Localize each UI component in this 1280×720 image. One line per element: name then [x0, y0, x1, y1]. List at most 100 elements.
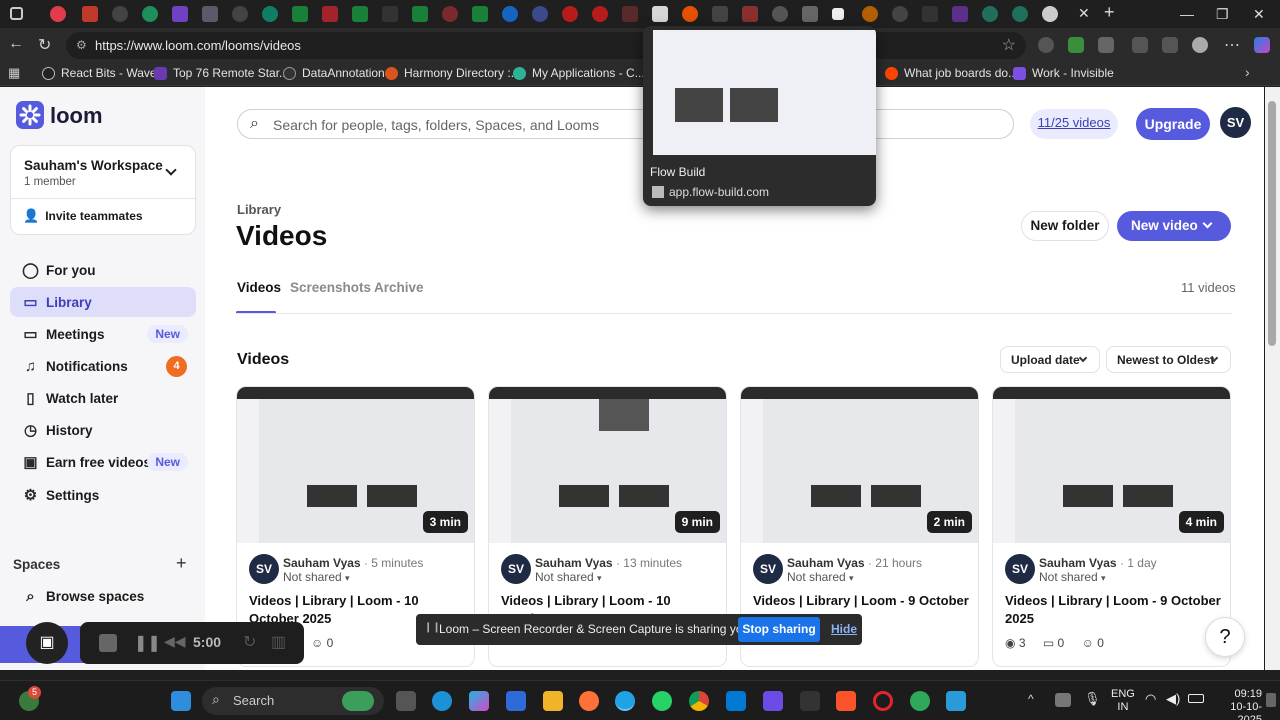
taskbar-app-icon[interactable]	[432, 691, 452, 711]
scrollbar-track[interactable]	[1265, 87, 1280, 670]
video-thumbnail[interactable]: 4 min	[993, 387, 1230, 543]
taskbar-search[interactable]: ⌕ Search	[202, 687, 384, 715]
camera-icon[interactable]: ▣	[26, 622, 68, 664]
sharing-status[interactable]: Not shared ▾	[787, 570, 854, 584]
sidebar-item-history[interactable]: ◷ History	[10, 415, 196, 445]
file-explorer-icon[interactable]	[543, 691, 563, 711]
tab-favicon[interactable]	[82, 6, 98, 22]
tab-favicon[interactable]	[712, 6, 728, 22]
sidebar-item-for-you[interactable]: ◯ For you	[10, 255, 196, 285]
close-tab-icon[interactable]: ✕	[1078, 5, 1090, 22]
video-title[interactable]: Videos | Library | Loom - 9 October 2025	[1005, 592, 1225, 628]
new-tab-icon[interactable]: +	[1104, 2, 1115, 23]
stop-sharing-button[interactable]: Stop sharing	[738, 617, 820, 642]
bookmark-item[interactable]: DataAnnotation	[283, 66, 385, 80]
tray-app-icon[interactable]	[1055, 693, 1071, 707]
microphone-icon[interactable]: 🎙	[1084, 691, 1101, 707]
firefox-icon[interactable]	[579, 691, 599, 711]
tab-favicon[interactable]	[1012, 6, 1028, 22]
tab-favicon[interactable]	[682, 6, 698, 22]
tray-overflow-icon[interactable]: ^	[1028, 692, 1034, 706]
tab-favicon[interactable]	[952, 6, 968, 22]
vscode-icon[interactable]	[726, 691, 746, 711]
tab-favicon[interactable]	[1042, 6, 1058, 22]
taskbar-app-icon[interactable]	[946, 691, 966, 711]
edge-icon[interactable]	[615, 691, 635, 711]
tab-archive[interactable]: Archive	[374, 280, 424, 295]
scrollbar-thumb[interactable]	[1268, 101, 1276, 346]
tab-favicon[interactable]	[832, 8, 844, 20]
loom-logo-text[interactable]: loom	[50, 103, 103, 129]
copilot-icon[interactable]	[1254, 37, 1270, 53]
tab-favicon[interactable]	[50, 6, 66, 22]
windows-start-icon[interactable]	[171, 691, 191, 711]
tab-favicon[interactable]	[622, 6, 638, 22]
tab-search-icon[interactable]	[10, 7, 23, 20]
bookmark-item[interactable]: My Applications - C...	[513, 66, 645, 80]
site-info-icon[interactable]: ⚙	[76, 38, 87, 52]
menu-icon[interactable]: ⋯	[1224, 35, 1240, 55]
tab-favicon[interactable]	[562, 6, 578, 22]
video-card[interactable]: 4 min SV Sauham Vyas · 1 day Not shared …	[992, 386, 1231, 667]
tab-favicon[interactable]	[412, 6, 428, 22]
brave-icon[interactable]	[836, 691, 856, 711]
volume-icon[interactable]: ◀)	[1166, 691, 1180, 707]
tab-favicon[interactable]	[262, 6, 278, 22]
maximize-icon[interactable]: ❐	[1216, 6, 1229, 23]
tab-favicon[interactable]	[382, 6, 398, 22]
avatar[interactable]: SV	[1220, 107, 1251, 138]
tab-favicon[interactable]	[802, 6, 818, 22]
bookmarks-overflow-icon[interactable]: ›	[1245, 64, 1250, 80]
video-thumbnail[interactable]: 2 min	[741, 387, 978, 543]
tab-screenshots[interactable]: Screenshots	[290, 280, 371, 295]
window-close-icon[interactable]: ✕	[1253, 6, 1265, 23]
taskbar-app-icon[interactable]	[910, 691, 930, 711]
chrome-icon[interactable]	[689, 691, 709, 711]
tab-favicon[interactable]	[232, 6, 248, 22]
tab-favicon[interactable]	[442, 6, 458, 22]
restart-icon[interactable]: ↻	[243, 632, 256, 652]
rewind-icon[interactable]: ◀◀	[164, 633, 186, 650]
language-indicator[interactable]: ENG IN	[1111, 688, 1135, 714]
hide-button[interactable]: Hide	[831, 622, 857, 636]
pause-icon[interactable]: ❚❚	[134, 633, 161, 653]
tab-favicon[interactable]	[352, 6, 368, 22]
extensions-puzzle-icon[interactable]	[1098, 37, 1114, 53]
minimize-icon[interactable]: —	[1180, 6, 1194, 22]
trash-icon[interactable]: ▥	[271, 632, 286, 652]
wifi-icon[interactable]: ◠	[1145, 691, 1156, 707]
sidebar-item-library[interactable]: ▭ Library	[10, 287, 196, 317]
tab-favicon[interactable]	[982, 6, 998, 22]
tab-favicon[interactable]	[862, 6, 878, 22]
tab-favicon[interactable]	[292, 6, 308, 22]
taskbar-app-icon[interactable]	[800, 691, 820, 711]
extension-icon[interactable]	[1038, 37, 1054, 53]
store-icon[interactable]	[506, 691, 526, 711]
address-bar[interactable]: ⚙ https://www.loom.com/looms/videos ☆	[66, 32, 1026, 59]
tab-favicon[interactable]	[892, 6, 908, 22]
tab-favicon[interactable]	[502, 6, 518, 22]
tab-favicon[interactable]	[922, 6, 938, 22]
bookmark-item[interactable]: Harmony Directory :...	[385, 66, 521, 80]
sidebar-item-notifications[interactable]: ♫ Notifications 4	[10, 351, 196, 381]
sidebar-item-settings[interactable]: ⚙ Settings	[10, 480, 196, 510]
search-input[interactable]: ⌕ Search for people, tags, folders, Spac…	[237, 109, 1014, 139]
tab-favicon[interactable]	[742, 6, 758, 22]
workspace-switcher[interactable]: Sauham's Workspace 1 member	[11, 146, 197, 194]
tab-favicon[interactable]	[202, 6, 218, 22]
tab-favicon[interactable]	[172, 6, 188, 22]
sort-field-select[interactable]: Upload date	[1000, 346, 1100, 373]
tab-favicon[interactable]	[772, 6, 788, 22]
favorites-icon[interactable]	[1162, 37, 1178, 53]
sidebar-item-watch-later[interactable]: ▯ Watch later	[10, 383, 196, 413]
notification-center-icon[interactable]	[1266, 693, 1276, 707]
tab-videos[interactable]: Videos	[237, 280, 281, 295]
taskbar-app-icon[interactable]	[763, 691, 783, 711]
extension-icon[interactable]	[1068, 37, 1084, 53]
tab-favicon[interactable]	[322, 6, 338, 22]
tab-favicon[interactable]	[532, 6, 548, 22]
breadcrumb[interactable]: Library	[237, 202, 281, 217]
sharing-status[interactable]: Not shared ▾	[535, 570, 602, 584]
new-video-button[interactable]: New video	[1117, 211, 1231, 241]
bookmark-item[interactable]: What job boards do...	[885, 66, 1018, 80]
